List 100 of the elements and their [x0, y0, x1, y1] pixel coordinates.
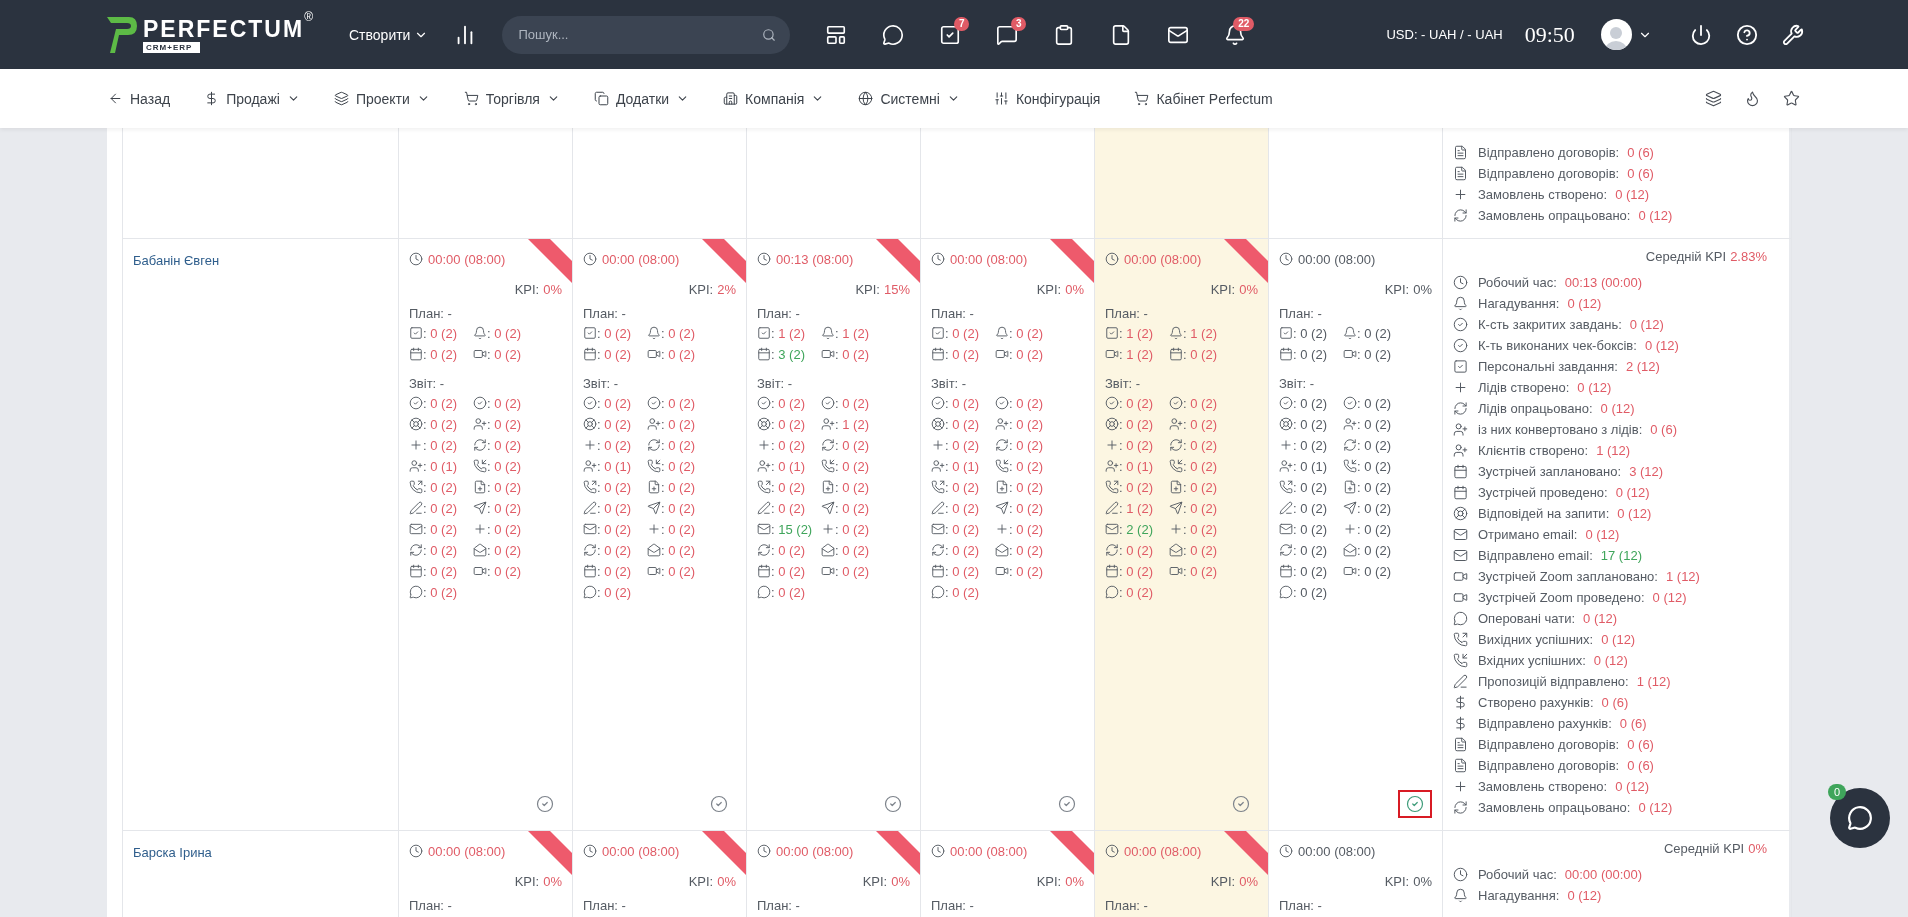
metric-value: : 0 (2)	[1009, 521, 1043, 537]
summary-label: Нагадування:	[1478, 296, 1560, 311]
count-badge: 7	[953, 16, 970, 31]
nav-menu-item[interactable]: Компанія	[719, 86, 829, 111]
metric-value: : 0 (2)	[1357, 542, 1391, 558]
check-circle-icon	[583, 396, 597, 410]
plus-icon	[1105, 438, 1119, 452]
power-icon	[1689, 23, 1712, 46]
calendar-icon	[409, 564, 423, 578]
metric-value: : 0 (2)	[423, 479, 457, 495]
check-circle-icon	[409, 396, 423, 410]
summary-label: Замовлень опрацьовано:	[1478, 208, 1631, 223]
metric-value: : 0 (2)	[487, 563, 521, 579]
pen-icon	[409, 501, 423, 515]
lifebuoy-icon	[583, 417, 597, 431]
nav-menu-item[interactable]: Конфігурація	[989, 86, 1105, 111]
open-envelope-icon	[1169, 543, 1183, 557]
logo-icon	[107, 16, 137, 53]
nav-menu-item[interactable]: Торгівля	[459, 86, 564, 111]
user-plus-icon	[931, 459, 945, 473]
nav-menu-item[interactable]: Проекти	[329, 86, 434, 111]
summary-value: 0 (12)	[1583, 611, 1618, 626]
average-kpi-label: Середній KPI	[1663, 841, 1745, 856]
summary-label: Зустрічей проведено:	[1478, 485, 1608, 500]
metric-value: : 0 (2)	[661, 521, 695, 537]
summary-value: 0 (6)	[1619, 716, 1647, 731]
metric-value: : 0 (2)	[771, 500, 805, 516]
summary-value: 0 (12)	[1652, 590, 1687, 605]
metric-value: : 0 (2)	[1009, 416, 1043, 432]
metric-value: : 0 (2)	[1293, 437, 1327, 453]
summary-label: Отримано email:	[1478, 527, 1578, 542]
phone-outgoing-icon	[931, 480, 945, 494]
metric-value: : 0 (2)	[487, 479, 521, 495]
user-plus-icon	[647, 417, 661, 431]
clock-icon	[1453, 867, 1468, 882]
employee-name-link[interactable]: Бабанін Євген	[133, 253, 220, 268]
metric-value: : 0 (2)	[945, 584, 979, 600]
metric-value: : 0 (2)	[1183, 563, 1217, 579]
plus-icon	[1453, 779, 1468, 794]
summary-value: 0 (12)	[1617, 506, 1652, 521]
lifebuoy-icon	[757, 417, 771, 431]
lifebuoy-icon	[1279, 417, 1293, 431]
nav-menu-item[interactable]: Назад	[104, 86, 175, 111]
metric-value: : 0 (2)	[1119, 563, 1153, 579]
refresh-icon	[409, 543, 423, 557]
check-circle-icon	[473, 396, 487, 410]
user-menu-button[interactable]	[1600, 19, 1652, 50]
refresh-icon	[1453, 208, 1468, 223]
metric-value: : 0 (2)	[1293, 416, 1327, 432]
nav-menu-item[interactable]: Системні	[854, 86, 964, 111]
metric-value: : 0 (2)	[661, 437, 695, 453]
phone-incoming-icon	[473, 459, 487, 473]
metric-value: : 0 (2)	[423, 500, 457, 516]
metric-value: : 0 (2)	[1293, 521, 1327, 537]
kpi-label: KPI:	[514, 874, 540, 889]
metric-value: : 0 (2)	[597, 325, 631, 341]
metric-value: : 0 (2)	[835, 479, 869, 495]
file-plus-icon	[647, 480, 661, 494]
search-icon	[762, 27, 777, 42]
plan-label: План: -	[1279, 306, 1322, 321]
summary-value: 1 (12)	[1636, 674, 1671, 689]
metric-value: : 0 (2)	[661, 395, 695, 411]
check-circle-icon	[1105, 396, 1119, 410]
count-badge: 0	[1828, 784, 1847, 800]
chat-bubble-icon	[882, 23, 905, 46]
mail-icon	[1105, 522, 1119, 536]
video-camera-icon	[995, 347, 1009, 361]
create-menu-button[interactable]: Створити	[349, 22, 429, 47]
metric-value: : 0 (2)	[423, 437, 457, 453]
chat-bubble-icon	[583, 585, 597, 599]
metric-value: : 0 (1)	[597, 458, 631, 474]
approve-button[interactable]	[1398, 790, 1432, 818]
user-plus-icon	[583, 459, 597, 473]
summary-label: Вихідних успішних:	[1478, 632, 1594, 647]
employee-name-link[interactable]: Барска Ірина	[133, 845, 212, 860]
summary-value: 0 (12)	[1615, 485, 1650, 500]
calendar-icon	[931, 564, 945, 578]
nav-menu-item[interactable]: Додатки	[589, 86, 694, 111]
toolbar-icon-button[interactable]: 22	[1216, 15, 1255, 54]
pen-icon	[583, 501, 597, 515]
metric-value: : 0 (2)	[661, 500, 695, 516]
pen-icon	[1105, 501, 1119, 515]
metric-value: : 0 (2)	[1293, 584, 1327, 600]
toolbar-icon-button[interactable]: 3	[988, 15, 1027, 54]
file-plus-icon	[473, 480, 487, 494]
check-circle-icon	[1343, 396, 1357, 410]
search-field[interactable]: Пошук...	[502, 15, 791, 54]
kpi-value: 0%	[1065, 282, 1084, 297]
metric-value: : 0 (2)	[835, 395, 869, 411]
nav-menu-item[interactable]: Кабінет Perfectum	[1130, 86, 1277, 111]
plan-label: План: -	[757, 306, 800, 321]
work-time: 00:00 (08:00)	[1124, 251, 1202, 267]
logo-text: PERFECTUM	[143, 16, 305, 41]
toolbar-icon-button[interactable]: 7	[931, 15, 970, 54]
work-time: 00:00 (08:00)	[776, 843, 854, 859]
logo-badge: CRM+ERP	[143, 41, 201, 53]
metric-value: : 0 (2)	[1009, 542, 1043, 558]
file-plus-icon	[995, 480, 1009, 494]
nav-menu-item[interactable]: Продажі	[200, 86, 304, 111]
metric-value: : 0 (2)	[945, 563, 979, 579]
